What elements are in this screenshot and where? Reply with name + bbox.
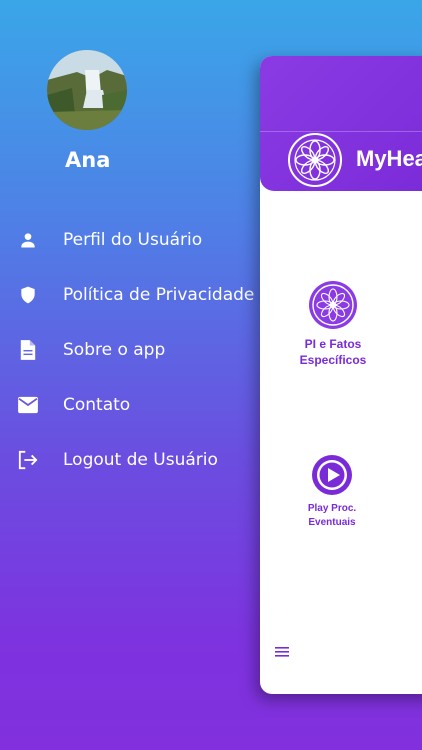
menu-item-profile[interactable]: Perfil do Usuário xyxy=(0,222,260,258)
navigation-drawer: Ana Perfil do Usuário Política de Privac… xyxy=(0,0,260,750)
tile-label-line2: Eventuais xyxy=(308,516,356,528)
menu-item-label: Política de Privacidade xyxy=(63,285,255,305)
app-preview-card[interactable]: MyHeal PI e Fatos Específicos xyxy=(260,56,422,694)
menu-item-contact[interactable]: Contato xyxy=(0,387,260,423)
mandala-tile-icon xyxy=(309,281,357,329)
tile-label-line2: Específicos xyxy=(299,353,367,368)
menu-item-privacy[interactable]: Política de Privacidade xyxy=(0,277,260,313)
user-name: Ana xyxy=(65,148,111,172)
menu-hamburger-icon[interactable] xyxy=(275,645,289,657)
menu-item-logout[interactable]: Logout de Usuário xyxy=(0,442,260,478)
mail-icon xyxy=(17,394,39,416)
tile-label-line1: Play Proc. xyxy=(307,503,357,514)
menu-item-label: Contato xyxy=(63,395,131,415)
menu-item-label: Sobre o app xyxy=(63,340,166,360)
app-brand-title: MyHeal xyxy=(356,146,422,171)
tile-play-proc[interactable]: Play Proc. Eventuais xyxy=(292,454,372,529)
tile-label: Play Proc. Eventuais xyxy=(292,502,372,529)
app-header: MyHeal xyxy=(260,56,422,191)
tile-label-line1: PI e Fatos xyxy=(304,337,362,351)
shield-icon xyxy=(17,284,39,306)
menu-item-about[interactable]: Sobre o app xyxy=(0,332,260,368)
mandala-logo-icon xyxy=(287,132,343,188)
tile-label: PI e Fatos Específicos xyxy=(288,336,378,368)
document-icon xyxy=(17,339,39,361)
avatar[interactable] xyxy=(47,50,127,130)
person-icon xyxy=(17,229,39,251)
logout-icon xyxy=(17,449,39,471)
menu-item-label: Logout de Usuário xyxy=(63,450,218,470)
play-icon xyxy=(312,455,352,495)
tile-pi-fatos[interactable]: PI e Fatos Específicos xyxy=(288,280,378,368)
menu-item-label: Perfil do Usuário xyxy=(63,230,203,250)
